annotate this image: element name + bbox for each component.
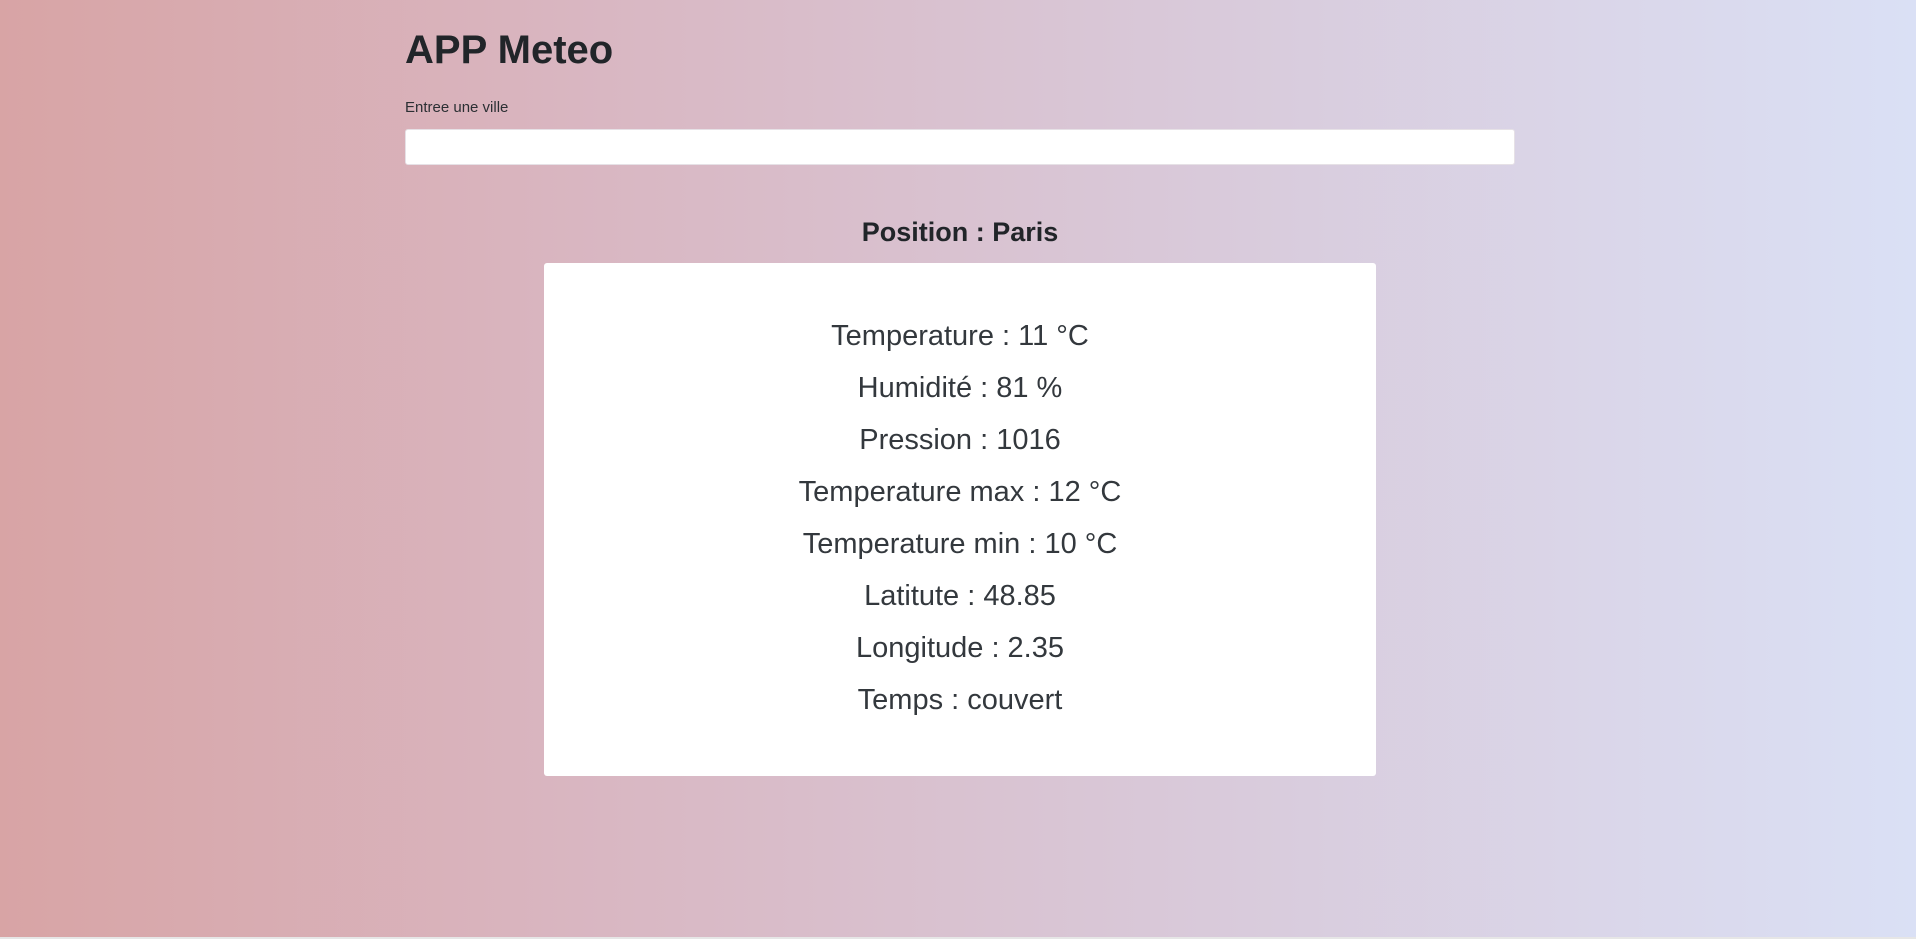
weather-details-list: Temperature : 11 °C Humidité : 81 % Pres… <box>544 310 1376 726</box>
city-input-label: Entree une ville <box>405 99 509 116</box>
weather-temperature-min: Temperature min : 10 °C <box>802 528 1118 560</box>
weather-temperature: Temperature : 11 °C <box>831 320 1089 352</box>
weather-longitude: Longitude : 2.35 <box>855 632 1064 664</box>
weather-latitude: Latitute : 48.85 <box>864 580 1056 612</box>
weather-condition: Temps : couvert <box>857 684 1063 716</box>
city-search-input[interactable] <box>405 129 1515 165</box>
weather-temperature-max: Temperature max : 12 °C <box>798 476 1122 508</box>
position-title: Position : Paris <box>861 217 1059 247</box>
weather-card: Temperature : 11 °C Humidité : 81 % Pres… <box>544 263 1376 776</box>
weather-humidity: Humidité : 81 % <box>857 372 1063 404</box>
app-title: APP Meteo <box>405 28 614 72</box>
weather-pressure: Pression : 1016 <box>859 424 1061 456</box>
